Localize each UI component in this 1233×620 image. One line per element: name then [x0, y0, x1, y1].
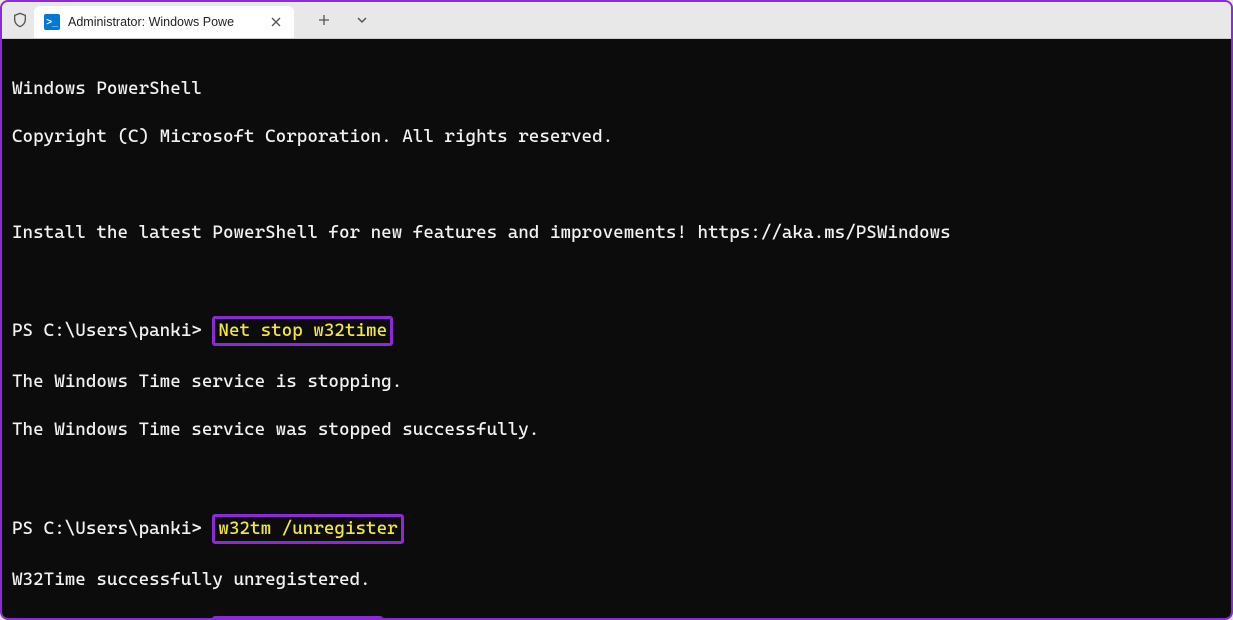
terminal-output[interactable]: Windows PowerShell Copyright (C) Microso… [2, 38, 1231, 618]
tab-dropdown-button[interactable] [344, 5, 380, 35]
terminal-line: Install the latest PowerShell for new fe… [12, 221, 1221, 245]
shield-icon [6, 12, 34, 28]
highlighted-command: Net stop w32time [212, 316, 393, 346]
terminal-window: >_ Administrator: Windows Powe Windows P… [0, 0, 1233, 620]
terminal-line: PS C:\Users\panki> Net stop w32time [12, 316, 1221, 346]
terminal-blank [12, 268, 1221, 292]
prompt: PS C:\Users\panki> [12, 320, 212, 341]
highlighted-command: w32tm /register [212, 616, 382, 618]
terminal-line: PS C:\Users\panki> w32tm /register [12, 616, 1221, 618]
close-icon[interactable] [268, 14, 284, 30]
new-tab-button[interactable] [306, 5, 342, 35]
terminal-blank [12, 466, 1221, 490]
terminal-line: Windows PowerShell [12, 77, 1221, 101]
highlighted-command: w32tm /unregister [212, 514, 403, 544]
prompt: PS C:\Users\panki> [12, 518, 212, 539]
terminal-line: The Windows Time service is stopping. [12, 370, 1221, 394]
terminal-blank [12, 173, 1221, 197]
powershell-icon: >_ [44, 14, 60, 30]
tab-active[interactable]: >_ Administrator: Windows Powe [34, 6, 294, 38]
terminal-line: Copyright (C) Microsoft Corporation. All… [12, 125, 1221, 149]
titlebar-buttons [306, 5, 380, 35]
terminal-line: W32Time successfully unregistered. [12, 568, 1221, 592]
terminal-line: PS C:\Users\panki> w32tm /unregister [12, 514, 1221, 544]
tab-title: Administrator: Windows Powe [68, 15, 260, 29]
terminal-line: The Windows Time service was stopped suc… [12, 418, 1221, 442]
titlebar: >_ Administrator: Windows Powe [2, 2, 1231, 38]
